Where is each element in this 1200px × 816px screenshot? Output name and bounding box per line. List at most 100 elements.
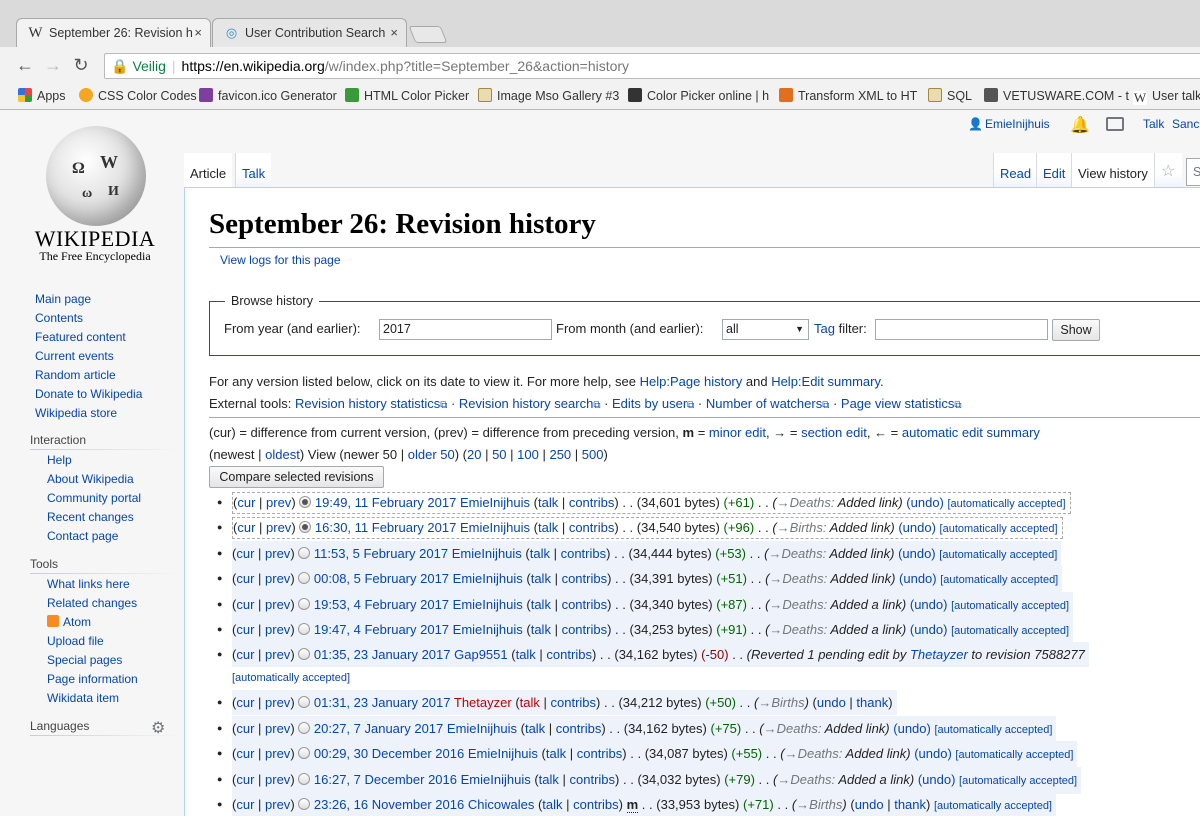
sidebar-item-about[interactable]: About Wikipedia [47, 470, 141, 489]
undo-link[interactable]: (undo) [910, 597, 948, 612]
bookmark-sql[interactable]: SQL [928, 87, 972, 105]
prev-link[interactable]: prev [265, 622, 290, 637]
bookmark-css-color-codes[interactable]: CSS Color Codes [79, 87, 197, 105]
sandbox-link[interactable]: Sanc [1172, 117, 1199, 131]
user-contribs-link[interactable]: contribs [556, 721, 602, 736]
sidebar-item-store[interactable]: Wikipedia store [35, 404, 142, 423]
address-bar[interactable]: 🔒 Veilig | https://en.wikipedia.org/w/index… [104, 53, 1200, 79]
undo-link[interactable]: (undo) [918, 772, 956, 787]
sidebar-item-featured-content[interactable]: Featured content [35, 328, 142, 347]
from-month-select[interactable]: all ▼ [722, 319, 809, 340]
cur-link[interactable]: cur [236, 772, 254, 787]
user-contribs-link[interactable]: contribs [569, 495, 615, 510]
undo-link[interactable]: (undo) [899, 571, 937, 586]
revision-radio[interactable] [298, 797, 311, 810]
user-talk-link[interactable]: talk [530, 546, 550, 561]
tag-link[interactable]: Tag [814, 321, 835, 336]
revision-date-link[interactable]: 19:47, 4 February 2017 [314, 622, 449, 637]
revision-date-link[interactable]: 16:30, 11 February 2017 [315, 520, 456, 535]
thank-link[interactable]: thank [894, 797, 926, 812]
sidebar-item-main-page[interactable]: Main page [35, 290, 142, 309]
tab-article[interactable]: Article [184, 153, 233, 187]
tab-revision-history[interactable]: W September 26: Revision h × [16, 18, 211, 47]
prev-link[interactable]: prev [265, 772, 290, 787]
from-year-input[interactable]: 2017 [379, 319, 552, 340]
edits-by-user-link[interactable]: Edits by user⧉ [612, 396, 694, 411]
oldest-link[interactable]: oldest [265, 447, 300, 462]
section-link[interactable]: →Deaths: [768, 546, 826, 561]
user-contribs-link[interactable]: contribs [562, 597, 608, 612]
revision-radio[interactable] [299, 496, 312, 508]
tab-talk[interactable]: Talk [235, 153, 272, 187]
user-talk-link[interactable]: talk [531, 597, 551, 612]
revision-user-link[interactable]: EmieInijhuis [447, 721, 517, 736]
undo-link[interactable]: (undo) [910, 622, 948, 637]
sidebar-item-recent-changes[interactable]: Recent changes [47, 508, 141, 527]
sidebar-item-current-events[interactable]: Current events [35, 347, 142, 366]
limit-20-link[interactable]: 20 [467, 447, 481, 462]
sidebar-item-upload-file[interactable]: Upload file [47, 632, 138, 651]
auto-accepted-tag[interactable]: [automatically accepted] [955, 749, 1073, 761]
revision-radio[interactable] [298, 648, 311, 661]
section-link[interactable]: →Deaths: [785, 746, 843, 761]
prev-link[interactable]: prev [265, 647, 290, 662]
prev-link[interactable]: prev [265, 797, 290, 812]
bookmark-vetusware[interactable]: VETUSWARE.COM - t [984, 87, 1129, 105]
undo-link[interactable]: (undo) [898, 546, 936, 561]
revision-user-link[interactable]: EmieInijhuis [460, 520, 530, 535]
prev-link[interactable]: prev [265, 695, 290, 710]
revision-date-link[interactable]: 01:35, 23 January 2017 [314, 647, 451, 662]
tab-view-history[interactable]: View history [1071, 153, 1154, 187]
revision-date-link[interactable]: 01:31, 23 January 2017 [314, 695, 451, 710]
cur-link[interactable]: cur [236, 695, 254, 710]
watch-star-icon[interactable]: ☆ [1154, 153, 1182, 187]
section-link[interactable]: →Births: [777, 520, 827, 535]
undo-link[interactable]: (undo) [914, 746, 952, 761]
undo-link[interactable]: (undo) [898, 520, 936, 535]
prev-link[interactable]: prev [265, 597, 290, 612]
revision-radio[interactable] [298, 597, 311, 610]
limit-500-link[interactable]: 500 [582, 447, 604, 462]
compare-selected-revisions-button[interactable]: Compare selected revisions [209, 466, 384, 488]
revision-date-link[interactable]: 11:53, 5 February 2017 [314, 546, 448, 561]
search-input[interactable]: S [1186, 158, 1200, 186]
cur-link[interactable]: cur [236, 597, 254, 612]
sidebar-item-random-article[interactable]: Random article [35, 366, 142, 385]
sidebar-item-contact[interactable]: Contact page [47, 527, 141, 546]
auto-accepted-tag[interactable]: [automatically accepted] [951, 600, 1069, 612]
limit-250-link[interactable]: 250 [549, 447, 571, 462]
user-talk-link[interactable]: talk [542, 797, 562, 812]
auto-accepted-tag[interactable]: [automatically accepted] [948, 498, 1066, 510]
sidebar-item-donate[interactable]: Donate to Wikipedia [35, 385, 142, 404]
tag-filter-input[interactable] [875, 319, 1048, 340]
auto-accepted-tag[interactable]: [automatically accepted] [232, 672, 350, 684]
user-contribs-link[interactable]: contribs [561, 546, 607, 561]
revision-user-link[interactable]: Chicowales [468, 797, 534, 812]
revision-date-link[interactable]: 19:53, 4 February 2017 [314, 597, 449, 612]
revision-radio[interactable] [298, 721, 311, 734]
close-tab-icon[interactable]: × [390, 19, 398, 47]
view-logs-link[interactable]: View logs for this page [220, 253, 341, 267]
older-50-link[interactable]: older 50 [408, 447, 455, 462]
user-talk-link[interactable]: Talk [1143, 117, 1164, 131]
undo-link[interactable]: (undo) [906, 495, 944, 510]
reverted-user-link[interactable]: Thetayzer [910, 647, 968, 662]
page-view-statistics-link[interactable]: Page view statistics⧉ [841, 396, 962, 411]
auto-accepted-tag[interactable]: [automatically accepted] [940, 574, 1058, 586]
show-button[interactable]: Show [1052, 319, 1100, 341]
sidebar-item-community-portal[interactable]: Community portal [47, 489, 141, 508]
user-contribs-link[interactable]: contribs [573, 797, 619, 812]
undo-link[interactable]: undo [817, 695, 846, 710]
revision-history-search-link[interactable]: Revision history search⧉ [459, 396, 601, 411]
sidebar-item-wikidata-item[interactable]: Wikidata item [47, 689, 138, 708]
user-talk-link[interactable]: talk [546, 746, 566, 761]
cur-link[interactable]: cur [236, 622, 254, 637]
section-link[interactable]: →Deaths: [769, 571, 827, 586]
tab-edit[interactable]: Edit [1036, 153, 1072, 187]
prev-link[interactable]: prev [265, 721, 290, 736]
user-talk-link[interactable]: talk [538, 495, 558, 510]
bookmark-favicon-generator[interactable]: favicon.ico Generator [199, 87, 337, 105]
cur-link[interactable]: cur [237, 520, 255, 535]
bookmark-color-picker-online[interactable]: Color Picker online | h [628, 87, 769, 105]
section-link[interactable]: →Deaths: [777, 772, 835, 787]
